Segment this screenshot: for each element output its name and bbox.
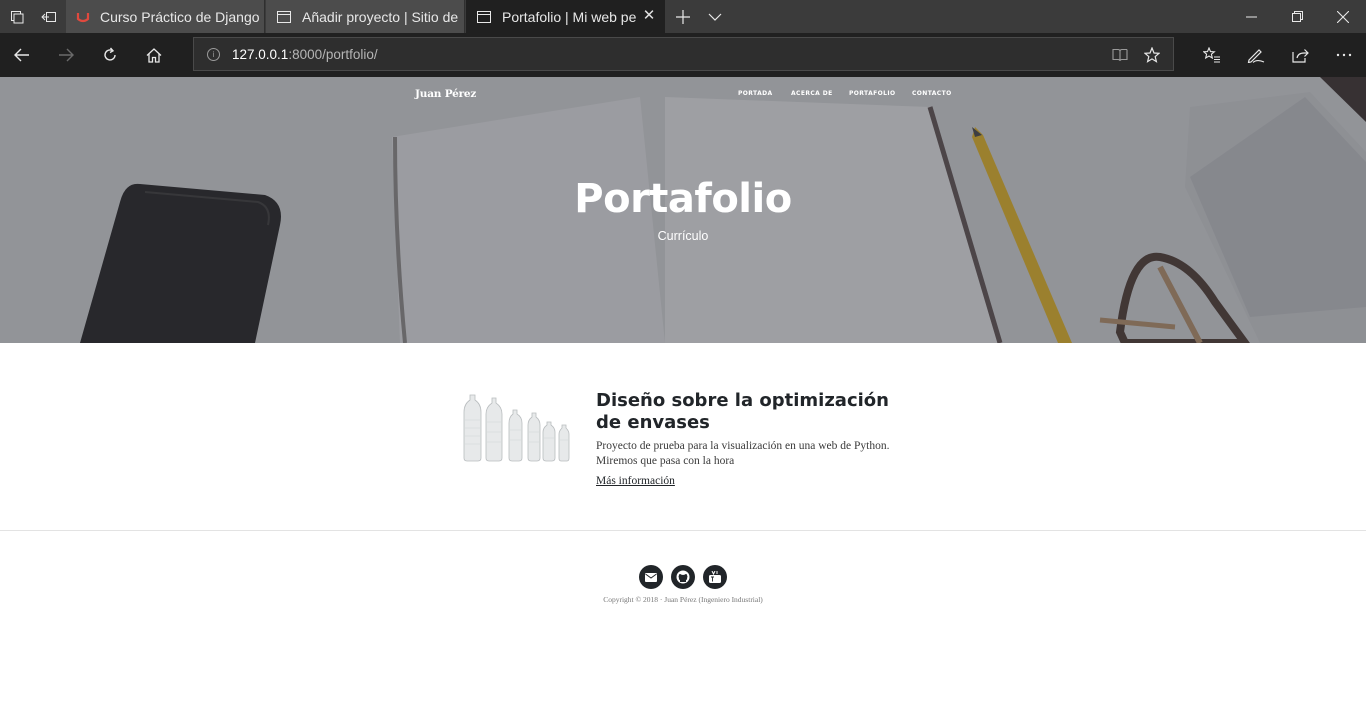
footer-divider <box>0 530 1366 531</box>
share-icon[interactable] <box>1278 33 1322 77</box>
site-info-icon[interactable]: i <box>207 47 220 61</box>
github-icon[interactable] <box>671 565 695 589</box>
home-icon[interactable] <box>132 33 176 77</box>
tabs-aside-icon[interactable] <box>32 0 65 33</box>
project-title: Diseño sobre la optimización de envases <box>596 390 889 433</box>
tab-django-course[interactable]: Curso Práctico de Django: A <box>66 0 265 33</box>
more-info-link[interactable]: Más información <box>596 475 675 487</box>
tab-add-project[interactable]: Añadir proyecto | Sitio de a <box>266 0 465 33</box>
web-note-pen-icon[interactable] <box>1234 33 1278 77</box>
project-thumbnail-bottles[interactable] <box>461 392 573 464</box>
close-tab-icon[interactable]: ✕ <box>641 8 657 24</box>
address-bar[interactable]: i 127.0.0.1:8000/portfolio/ <box>193 37 1174 71</box>
page-subtitle: Currículo <box>657 229 709 243</box>
page-icon <box>477 10 491 23</box>
udemy-icon <box>76 12 90 22</box>
reading-view-icon[interactable] <box>1110 45 1130 65</box>
tab-portfolio[interactable]: Portafolio | Mi web pers ✕ <box>466 0 665 33</box>
project-description: Proyecto de prueba para la visualización… <box>596 440 890 467</box>
restore-icon[interactable] <box>1274 0 1320 33</box>
more-options-icon[interactable] <box>1322 33 1366 77</box>
page-title: Portafolio <box>574 176 792 222</box>
new-tab-icon[interactable] <box>672 9 694 24</box>
set-tabs-aside-icon[interactable] <box>0 0 33 33</box>
tab-title: Añadir proyecto | Sitio de a <box>302 8 462 25</box>
tab-preview-chevron-icon[interactable] <box>694 13 736 21</box>
browser-tab-bar: Curso Práctico de Django: A Añadir proye… <box>0 0 1366 33</box>
email-icon[interactable] <box>639 565 663 589</box>
copyright-text: Copyright © 2018 · Juan Pérez (Ingeniero… <box>603 595 763 604</box>
tab-title: Portafolio | Mi web pers <box>502 8 636 25</box>
site-brand[interactable]: Juan Pérez <box>415 88 476 100</box>
url-text: 127.0.0.1:8000/portfolio/ <box>232 46 378 62</box>
refresh-icon[interactable] <box>88 33 132 77</box>
tab-title: Curso Práctico de Django: A <box>100 8 260 25</box>
youtube-icon[interactable] <box>703 565 727 589</box>
nav-link-contacto[interactable]: CONTACTO <box>912 90 952 97</box>
back-icon[interactable] <box>0 33 44 77</box>
nav-link-portada[interactable]: PORTADA <box>738 90 773 97</box>
nav-link-acerca-de[interactable]: ACERCA DE <box>791 90 833 97</box>
favorites-hub-icon[interactable] <box>1190 33 1234 77</box>
close-window-icon[interactable] <box>1320 0 1366 33</box>
nav-link-portafolio[interactable]: PORTAFOLIO <box>849 90 895 97</box>
browser-nav-bar: i 127.0.0.1:8000/portfolio/ <box>0 33 1366 77</box>
favorite-star-icon[interactable] <box>1142 45 1162 65</box>
hero-header: Juan Pérez PORTADA ACERCA DE PORTAFOLIO … <box>0 77 1366 343</box>
minimize-icon[interactable] <box>1228 0 1274 33</box>
forward-icon[interactable] <box>44 33 88 77</box>
page-icon <box>277 10 291 23</box>
